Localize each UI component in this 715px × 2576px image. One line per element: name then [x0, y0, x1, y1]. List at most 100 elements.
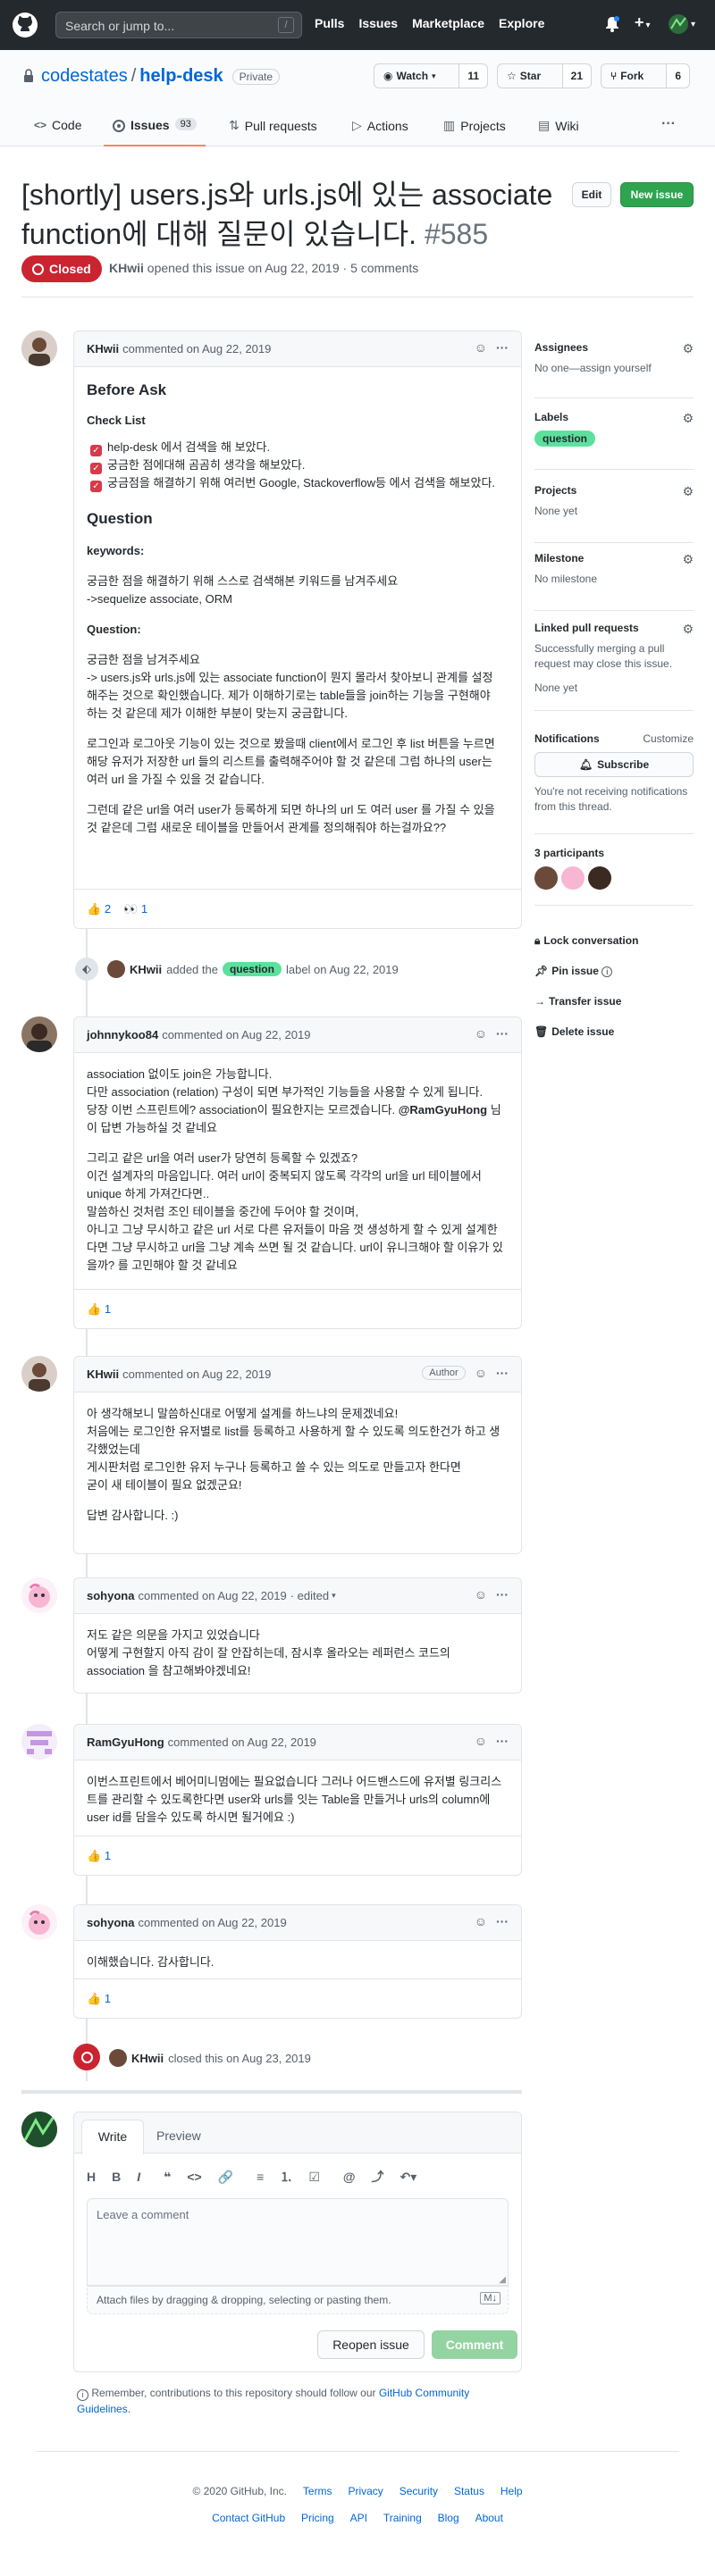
avatar[interactable]	[21, 1724, 57, 1760]
smiley-icon[interactable]: ☺	[475, 1734, 487, 1748]
comment-timestamp[interactable]: commented on Aug 22, 2019	[168, 1735, 316, 1749]
comment-timestamp[interactable]: commented on Aug 22, 2019	[138, 1589, 286, 1602]
kebab-menu-icon[interactable]: ···	[496, 1366, 509, 1380]
tab-pull-requests[interactable]: ⇅ Pull requests	[229, 118, 317, 133]
bulleted-list-icon[interactable]: ≡	[257, 2170, 264, 2184]
comment-author[interactable]: sohyona	[87, 1916, 134, 1929]
italic-icon[interactable]: I	[137, 2170, 140, 2184]
reaction-thumbs-up[interactable]: 👍 1	[87, 1849, 111, 1863]
issue-author-link[interactable]: KHwii	[109, 261, 144, 275]
numbered-list-icon[interactable]: ⒈	[280, 2168, 292, 2186]
kebab-menu-icon[interactable]: ···	[496, 1914, 509, 1928]
kebab-menu-icon[interactable]: ···	[496, 1587, 509, 1602]
github-logo-icon[interactable]	[13, 13, 38, 38]
avatar[interactable]	[107, 960, 125, 978]
avatar[interactable]	[21, 1016, 57, 1052]
chevron-down-icon[interactable]: ▾	[332, 1591, 336, 1601]
gear-icon[interactable]: ⚙	[682, 411, 694, 426]
new-issue-button[interactable]: New issue	[620, 182, 694, 207]
question-label-badge[interactable]: question	[534, 431, 595, 447]
footer-link-blog[interactable]: Blog	[438, 2512, 459, 2524]
bell-icon[interactable]	[604, 15, 620, 36]
star-count[interactable]: 21	[561, 64, 591, 88]
tab-issues[interactable]: Issues 93	[104, 109, 206, 146]
cross-reference-icon[interactable]: ⤴	[372, 2168, 384, 2186]
comment-author[interactable]: KHwii	[87, 1367, 119, 1381]
tab-actions[interactable]: ▷ Actions	[352, 118, 408, 133]
gear-icon[interactable]: ⚙	[682, 552, 694, 567]
footer-link-status[interactable]: Status	[454, 2485, 484, 2497]
reaction-thumbs-up[interactable]: 👍 1	[87, 1302, 111, 1317]
gear-icon[interactable]: ⚙	[682, 622, 694, 637]
question-label-badge[interactable]: question	[222, 962, 282, 976]
reply-icon[interactable]: ↶▾	[400, 2170, 417, 2185]
nav-pulls[interactable]: Pulls	[315, 16, 344, 30]
community-guidelines-link[interactable]: Guidelines	[77, 2403, 128, 2415]
attach-files-bar[interactable]: Attach files by dragging & dropping, sel…	[87, 2286, 509, 2314]
nav-explore[interactable]: Explore	[499, 16, 544, 30]
tab-code[interactable]: <> Code	[34, 118, 81, 132]
comment-author[interactable]: KHwii	[87, 342, 119, 355]
mention-icon[interactable]: @	[343, 2170, 356, 2184]
smiley-icon[interactable]: ☺	[475, 340, 487, 355]
user-mention-link[interactable]: @RamGyuHong	[399, 1103, 487, 1117]
gear-icon[interactable]: ⚙	[682, 484, 694, 499]
comment-timestamp[interactable]: commented on Aug 22, 2019	[122, 1367, 271, 1381]
edited-dropdown[interactable]: · edited	[290, 1589, 329, 1602]
footer-link-about[interactable]: About	[475, 2512, 503, 2524]
avatar[interactable]	[21, 1356, 57, 1392]
kebab-menu-icon[interactable]: ···	[496, 340, 509, 355]
fork-count[interactable]: 6	[666, 64, 689, 88]
comment-timestamp[interactable]: commented on Aug 22, 2019	[138, 1916, 286, 1929]
star-button[interactable]: ☆ Star 21	[497, 63, 592, 88]
footer-link-privacy[interactable]: Privacy	[348, 2485, 383, 2497]
task-list-icon[interactable]: ☑	[308, 2170, 320, 2185]
assign-yourself-link[interactable]: No one—assign yourself	[534, 361, 694, 376]
reaction-thumbs-up[interactable]: 👍 1	[87, 1992, 111, 2006]
checkbox-checked-icon[interactable]: ✓	[90, 445, 102, 456]
comment-submit-button[interactable]: Comment	[432, 2330, 517, 2359]
comment-timestamp[interactable]: commented on Aug 22, 2019	[122, 342, 271, 355]
create-new-dropdown[interactable]: + ▾	[635, 13, 651, 32]
tab-wiki[interactable]: ▤ Wiki	[538, 118, 579, 133]
smiley-icon[interactable]: ☺	[475, 1587, 487, 1602]
watch-button[interactable]: ◉ Watch ▾ 11	[374, 63, 488, 88]
tab-preview[interactable]: Preview	[156, 2129, 201, 2143]
reopen-issue-button[interactable]: Reopen issue	[317, 2330, 425, 2359]
comment-author[interactable]: sohyona	[87, 1589, 134, 1602]
avatar[interactable]	[109, 2049, 127, 2067]
avatar[interactable]	[21, 2112, 57, 2147]
avatar[interactable]	[561, 866, 585, 890]
repo-name-link[interactable]: help-desk	[139, 66, 223, 87]
resize-handle-icon[interactable]: ◢	[499, 2275, 506, 2285]
bold-icon[interactable]: B	[112, 2170, 121, 2184]
comment-author[interactable]: johnnykoo84	[87, 1028, 158, 1041]
avatar[interactable]	[21, 1904, 57, 1940]
search-input[interactable]: Search or jump to... /	[55, 12, 302, 38]
avatar[interactable]	[21, 330, 57, 366]
reaction-eyes[interactable]: 👀 1	[123, 902, 147, 916]
edit-button[interactable]: Edit	[572, 182, 611, 207]
footer-link-api[interactable]: API	[350, 2512, 367, 2524]
footer-link-contact[interactable]: Contact GitHub	[212, 2512, 285, 2524]
footer-link-pricing[interactable]: Pricing	[301, 2512, 334, 2524]
comment-author[interactable]: RamGyuHong	[87, 1735, 164, 1749]
footer-link-security[interactable]: Security	[400, 2485, 438, 2497]
tab-write[interactable]: Write	[81, 2120, 144, 2154]
footer-link-help[interactable]: Help	[500, 2485, 523, 2497]
repo-owner-link[interactable]: codestates	[41, 66, 128, 87]
heading-icon[interactable]: H	[87, 2170, 96, 2184]
checkbox-checked-icon[interactable]: ✓	[90, 481, 102, 492]
smiley-icon[interactable]: ☺	[475, 1026, 487, 1041]
footer-link-training[interactable]: Training	[383, 2512, 422, 2524]
event-actor[interactable]: KHwii	[130, 963, 162, 976]
reaction-thumbs-up[interactable]: 👍 2	[87, 902, 111, 916]
lock-conversation-link[interactable]: 🔒︎ Lock conversation	[534, 925, 638, 956]
kebab-menu-icon[interactable]: ···	[496, 1734, 509, 1748]
fork-button[interactable]: ⑂ Fork 6	[601, 63, 690, 88]
avatar[interactable]	[588, 866, 611, 890]
transfer-issue-link[interactable]: → Transfer issue	[534, 986, 638, 1016]
pin-issue-link[interactable]: 📌︎ Pin issue i	[534, 956, 638, 986]
nav-marketplace[interactable]: Marketplace	[412, 16, 484, 30]
footer-link-terms[interactable]: Terms	[303, 2485, 332, 2497]
